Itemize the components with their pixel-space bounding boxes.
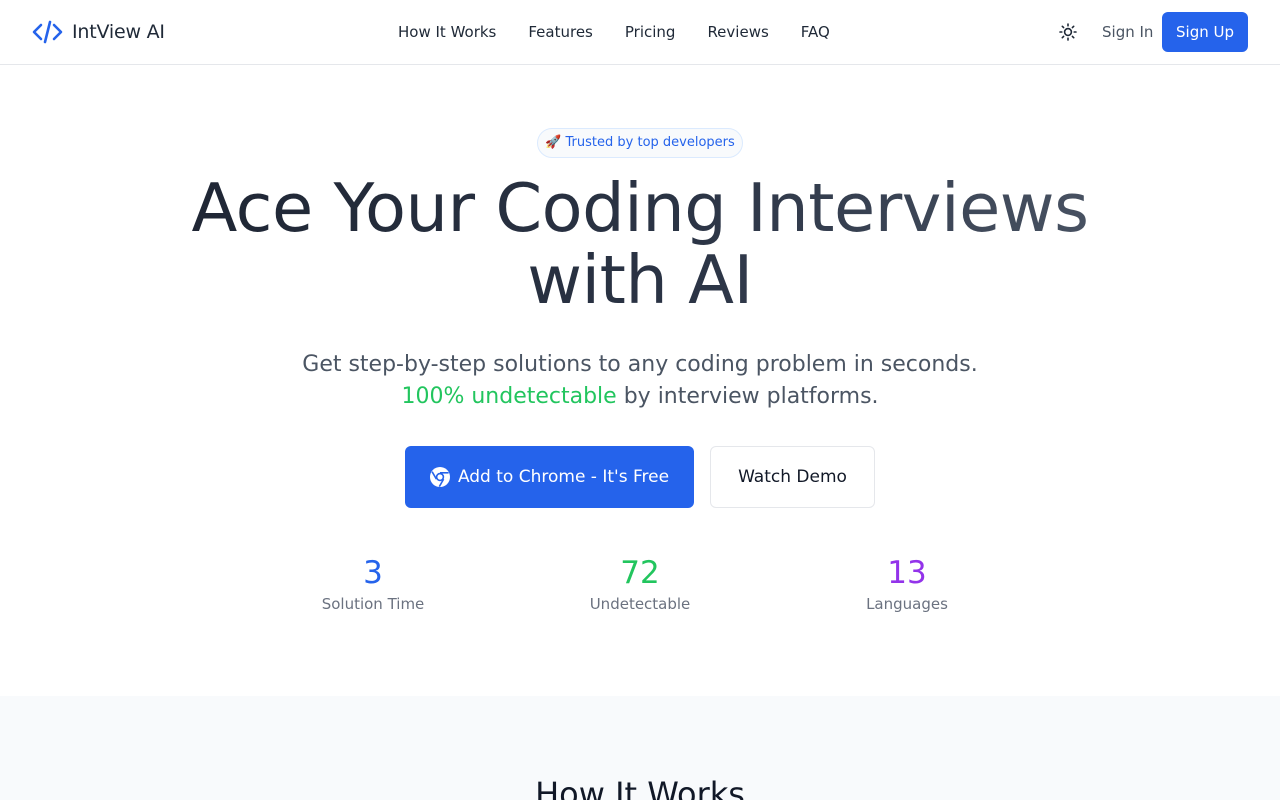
stat-value: 13 (887, 555, 927, 591)
main-nav: How It Works Features Pricing Reviews FA… (382, 20, 846, 44)
stat-solution-time: 3 Solution Time (273, 552, 473, 614)
stat-label: Undetectable (589, 595, 691, 613)
hero-subtext-end: by interview platforms. (623, 384, 879, 409)
trusted-badge: 🚀 Trusted by top developers (537, 128, 743, 158)
nav-pricing[interactable]: Pricing (609, 20, 692, 44)
brand-logo-link[interactable]: IntView AI (32, 17, 165, 47)
stat-value: 3 (363, 555, 383, 591)
landing-page: IntView AI How It Works Features Pricing… (0, 0, 1280, 800)
hero-headline-line2: with AI (527, 241, 753, 319)
hero-headline-line1: Ace Your Coding Interviews (191, 169, 1089, 247)
add-to-chrome-button[interactable]: Add to Chrome - It's Free (405, 446, 694, 508)
hero-headline: Ace Your Coding Interviews with AI (140, 172, 1140, 316)
sign-in-link[interactable]: Sign In (1102, 22, 1153, 42)
stat-languages: 13 Languages (807, 552, 1007, 614)
stat-value: 72 (620, 555, 660, 591)
nav-faq[interactable]: FAQ (785, 20, 846, 44)
stat-label: Languages (866, 595, 948, 613)
how-it-works-section: How It Works (0, 696, 1280, 800)
hero-section: 🚀 Trusted by top developers Ace Your Cod… (0, 65, 1280, 696)
navbar: IntView AI How It Works Features Pricing… (0, 0, 1280, 65)
section-title: How It Works (535, 775, 745, 800)
code-brackets-icon (32, 20, 63, 44)
stat-undetectable: 72 Undetectable (540, 552, 740, 614)
sun-icon (1059, 23, 1077, 41)
brand-name: IntView AI (72, 21, 165, 43)
sign-up-button[interactable]: Sign Up (1162, 12, 1248, 52)
hero-subtext: Get step-by-step solutions to any coding… (270, 349, 1010, 413)
nav-reviews[interactable]: Reviews (691, 20, 784, 44)
stat-label: Solution Time (321, 595, 425, 613)
chrome-icon (429, 467, 450, 487)
nav-how-it-works[interactable]: How It Works (382, 20, 512, 44)
add-to-chrome-label: Add to Chrome - It's Free (457, 467, 670, 487)
theme-toggle-button[interactable] (1055, 19, 1081, 45)
undetectable-highlight: 100% undetectable (401, 384, 617, 409)
nav-features[interactable]: Features (512, 20, 609, 44)
hero-subtext-main: Get step-by-step solutions to any coding… (302, 352, 978, 377)
watch-demo-button[interactable]: Watch Demo (710, 446, 875, 508)
